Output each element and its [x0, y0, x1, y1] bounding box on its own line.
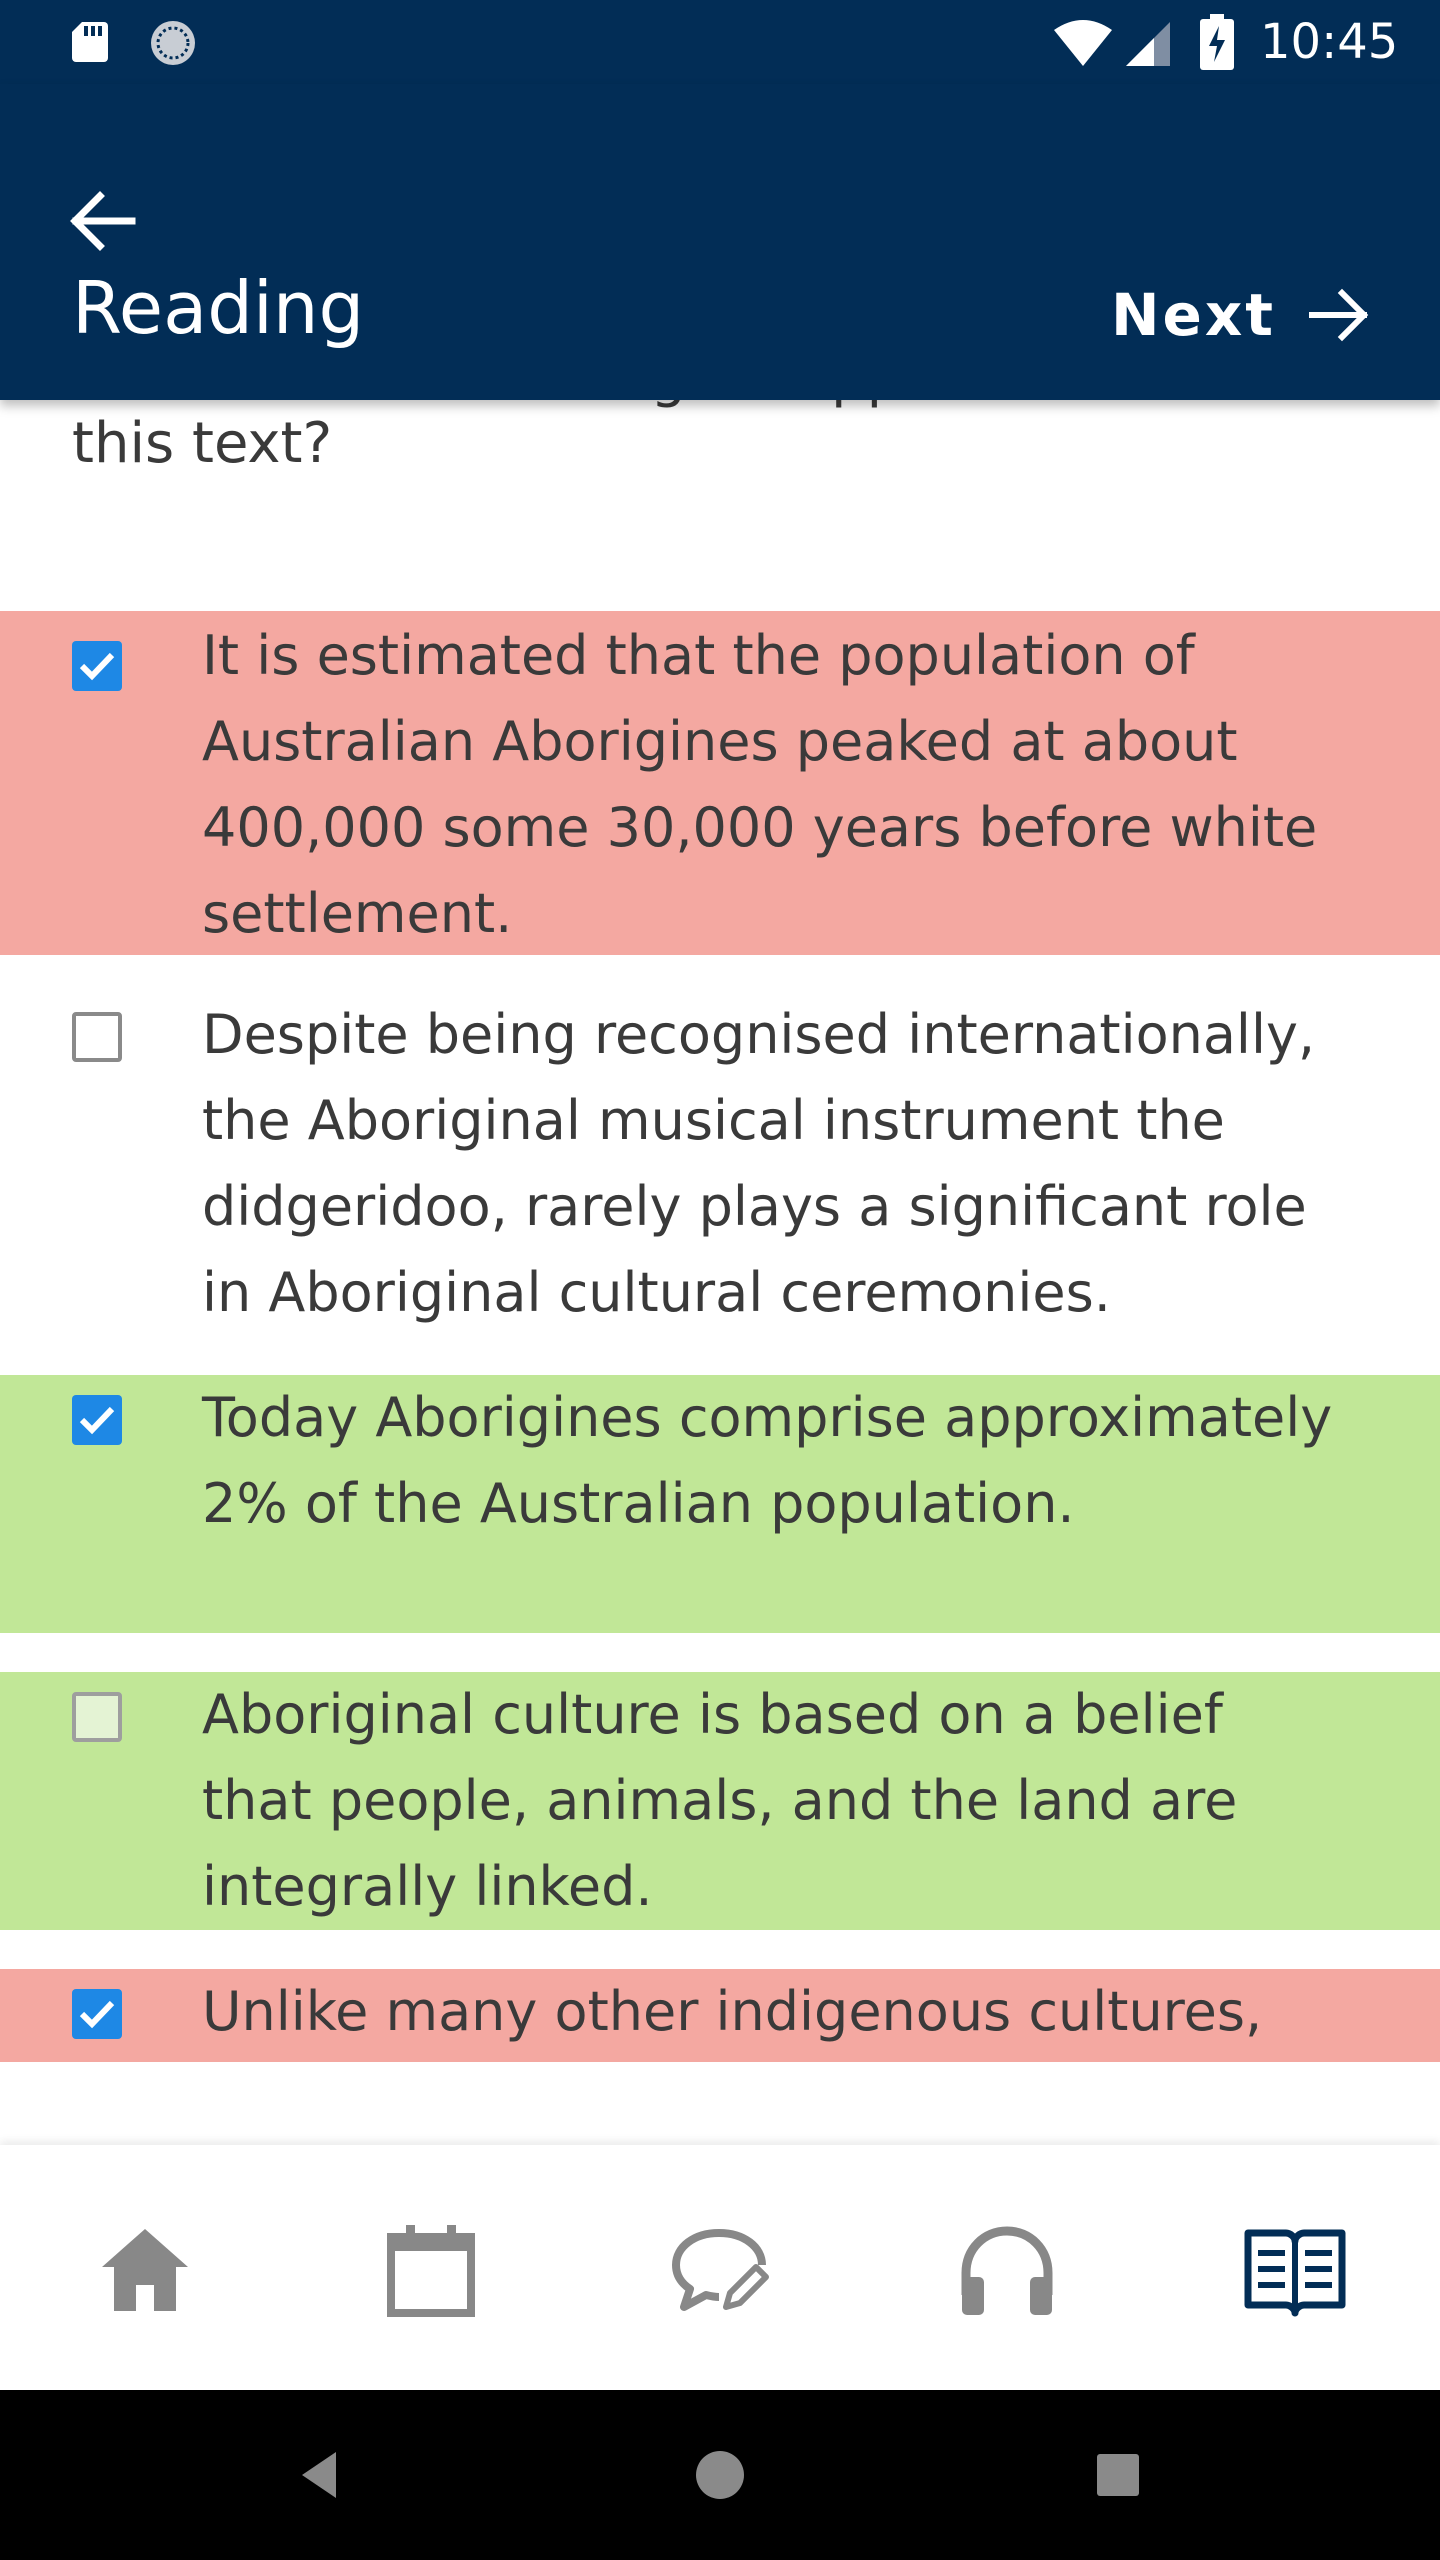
- calendar-icon: [387, 2225, 475, 2317]
- answer-checkbox[interactable]: [72, 1395, 122, 1445]
- answer-option[interactable]: Aboriginal culture is based on a belief …: [0, 1672, 1440, 1930]
- reading-book-icon: [1244, 2229, 1346, 2317]
- app-bar: Reading Next: [0, 84, 1440, 400]
- checkmark-icon: [79, 652, 115, 681]
- home-circle-icon[interactable]: [685, 2440, 755, 2510]
- back-button[interactable]: [62, 180, 144, 262]
- headphones-icon: [961, 2226, 1053, 2315]
- status-time: 10:45: [1260, 14, 1399, 70]
- page-title: Reading: [72, 266, 365, 350]
- next-button[interactable]: Next: [1111, 270, 1374, 360]
- answer-text: Today Aborigines comprise approximately …: [202, 1386, 1333, 1535]
- answer-text: It is estimated that the population of A…: [202, 624, 1318, 945]
- battery-charging-icon: [1200, 14, 1234, 70]
- question-text: which of the following is supported in t…: [72, 400, 1372, 488]
- recents-square-icon[interactable]: [1083, 2440, 1153, 2510]
- answer-option[interactable]: Today Aborigines comprise approximately …: [0, 1375, 1440, 1633]
- question-text-partial-line: which of the following is supported in: [72, 400, 1120, 422]
- nav-home[interactable]: [90, 2215, 200, 2325]
- status-bar: 10:45: [0, 0, 1440, 84]
- answer-checkbox[interactable]: [72, 1692, 122, 1742]
- sd-card-icon: [72, 22, 108, 62]
- nav-listening[interactable]: [952, 2215, 1062, 2325]
- answer-text: Despite being recognised internationally…: [202, 1003, 1316, 1324]
- answer-text: Aboriginal culture is based on a belief …: [202, 1683, 1238, 1918]
- answer-text: Unlike many other indigenous cultures,: [202, 1980, 1263, 2043]
- bottom-navigation: [0, 2145, 1440, 2390]
- home-icon: [102, 2229, 188, 2311]
- answer-option[interactable]: Unlike many other indigenous cultures,: [0, 1969, 1440, 2062]
- speaking-chat-icon: [672, 2229, 769, 2311]
- sync-icon: [151, 21, 195, 65]
- checkmark-icon: [79, 1406, 115, 1435]
- answer-checkbox[interactable]: [72, 1989, 122, 2039]
- signal-icon: [1126, 22, 1170, 66]
- answer-option[interactable]: It is estimated that the population of A…: [0, 611, 1440, 955]
- nav-reading[interactable]: [1240, 2215, 1350, 2325]
- back-arrow-icon: [70, 191, 136, 251]
- answer-option[interactable]: Despite being recognised internationally…: [0, 992, 1440, 1336]
- wifi-icon: [1054, 20, 1112, 66]
- forward-arrow-icon: [1309, 288, 1369, 342]
- nav-calendar[interactable]: [376, 2215, 486, 2325]
- answer-checkbox[interactable]: [72, 1012, 122, 1062]
- next-label: Next: [1110, 281, 1276, 349]
- checkmark-icon: [79, 2000, 115, 2029]
- nav-speaking[interactable]: [664, 2215, 774, 2325]
- back-triangle-icon[interactable]: [286, 2440, 356, 2510]
- system-navigation-bar: [0, 2390, 1440, 2560]
- question-content: which of the following is supported in t…: [0, 400, 1440, 2145]
- answer-checkbox[interactable]: [72, 641, 122, 691]
